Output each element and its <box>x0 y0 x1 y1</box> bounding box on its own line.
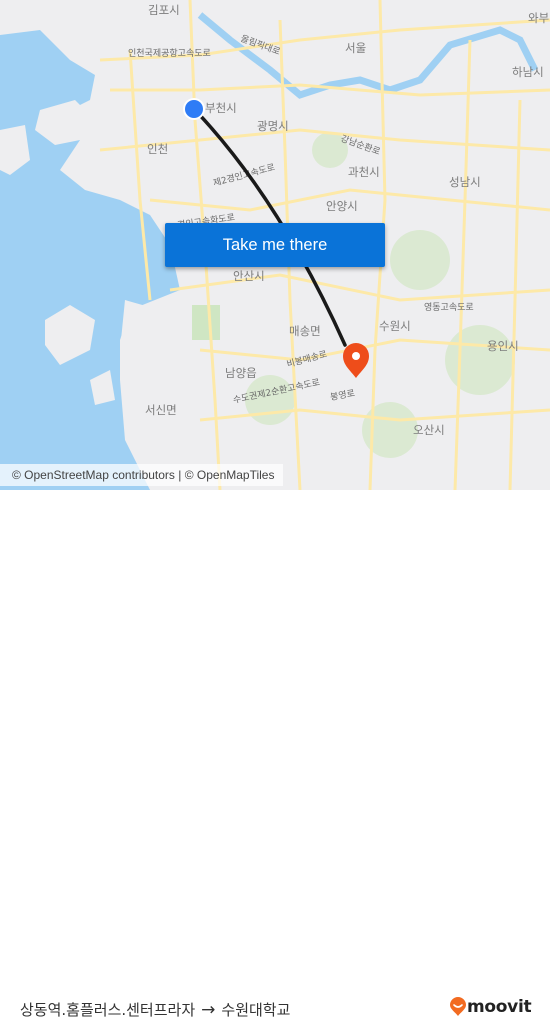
map[interactable]: 김포시 서울 와부 하남시 부천시 광명시 인천 과천시 성남시 안양시 안산시… <box>0 0 550 490</box>
moovit-logo[interactable]: moovit <box>449 997 532 1017</box>
route-summary: 상동역.홈플러스.센터프라자 → 수원대학교 <box>20 999 290 1020</box>
footer: 상동역.홈플러스.센터프라자 → 수원대학교 moovit <box>0 490 550 1020</box>
origin-marker[interactable] <box>183 98 205 120</box>
destination-marker[interactable] <box>343 343 369 378</box>
moovit-pin-icon <box>450 997 466 1016</box>
map-attribution[interactable]: © OpenStreetMap contributors | © OpenMap… <box>0 464 284 486</box>
arrow-right-icon: → <box>201 999 216 1020</box>
destination-name: 수원대학교 <box>221 1001 291 1019</box>
take-me-there-button[interactable]: Take me there <box>165 223 385 267</box>
pin-dot-icon <box>352 352 360 360</box>
moovit-wordmark: moovit <box>467 997 532 1017</box>
origin-name: 상동역.홈플러스.센터프라자 <box>20 1001 196 1019</box>
